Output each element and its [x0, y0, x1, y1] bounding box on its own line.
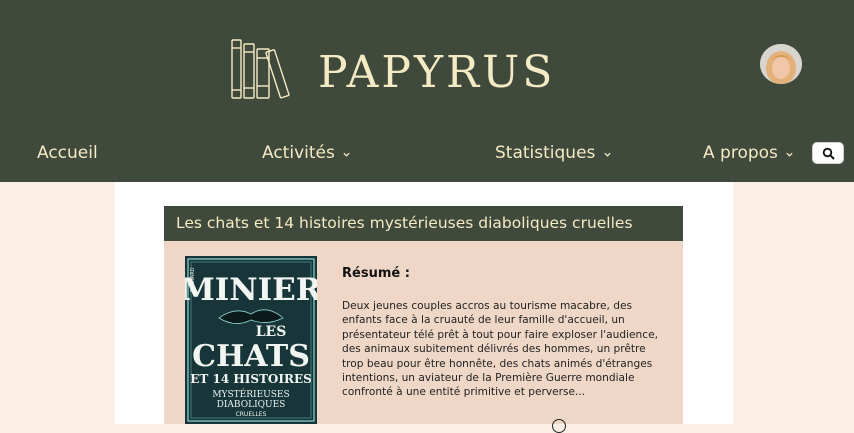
- search-icon: [822, 147, 835, 160]
- books-logo-icon: [231, 39, 290, 99]
- book-cover-art: BERNARD MINIER LES CHATS ET 14 HISTOIRES…: [185, 256, 317, 424]
- cover-line2: CHATS: [192, 339, 310, 374]
- summary-label: Résumé :: [342, 266, 410, 281]
- book-card-body: BERNARD MINIER LES CHATS ET 14 HISTOIRES…: [164, 241, 683, 433]
- cover-author: MINIER: [185, 272, 317, 308]
- nav-accueil-label: Accueil: [37, 143, 98, 163]
- nav-activites[interactable]: Activités: [262, 141, 350, 165]
- cover-line6: CRUELLES: [236, 411, 267, 418]
- search-button[interactable]: [812, 142, 844, 164]
- nav-statistiques-label: Statistiques: [495, 143, 596, 163]
- summary-text: Deux jeunes couples accros au tourisme m…: [342, 300, 658, 399]
- site-header: PAPYRUS Accueil Activités Statistiques A…: [0, 0, 854, 182]
- cover-line3: ET 14 HISTOIRES: [190, 372, 312, 386]
- chevron-down-icon: [343, 152, 350, 157]
- nav-a-propos-label: A propos: [703, 143, 778, 163]
- chevron-down-icon: [604, 152, 611, 157]
- chevron-down-icon: [786, 152, 793, 157]
- nav-accueil[interactable]: Accueil: [37, 141, 98, 165]
- book-cover[interactable]: BERNARD MINIER LES CHATS ET 14 HISTOIRES…: [185, 256, 317, 424]
- site-logo-text[interactable]: PAPYRUS: [318, 48, 555, 98]
- cover-line1: LES: [256, 324, 287, 340]
- avatar-image: [760, 44, 802, 84]
- nav-activites-label: Activités: [262, 143, 335, 163]
- nav-a-propos[interactable]: A propos: [703, 141, 793, 165]
- nav-statistiques[interactable]: Statistiques: [495, 141, 611, 165]
- book-card-header: Les chats et 14 histoires mystérieuses d…: [164, 206, 683, 241]
- user-avatar[interactable]: [760, 44, 802, 84]
- book-title[interactable]: Les chats et 14 histoires mystérieuses d…: [176, 212, 633, 234]
- cover-line4: MYSTÉRIEUSES: [212, 388, 289, 400]
- cover-line5: DIABOLIQUES: [217, 400, 286, 410]
- circle-icon[interactable]: [552, 419, 566, 433]
